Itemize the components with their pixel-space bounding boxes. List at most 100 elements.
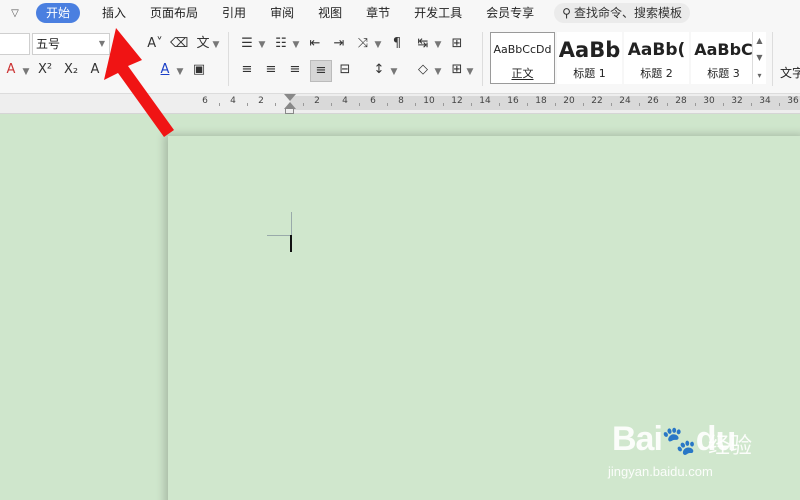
font-color-icon[interactable]: A: [156, 62, 174, 78]
ruler-tick: [471, 103, 472, 106]
subscript-icon[interactable]: X₂: [62, 62, 80, 78]
style-gallery-scroll[interactable]: ▲ ▼ ▾: [752, 32, 766, 84]
chevron-down-icon[interactable]: ▼: [106, 64, 114, 80]
distributed-align-icon[interactable]: ⊟: [336, 62, 354, 78]
horizontal-ruler[interactable]: 6 4 2 2 4 6 8 10 12 14 16 18 20 22 24 26 28 30 32 34 36: [0, 94, 800, 114]
ruler-tick: [639, 103, 640, 106]
chevron-down-icon[interactable]: ▼: [176, 64, 184, 80]
ruler-tick: [527, 103, 528, 106]
ruler-tick: [219, 103, 220, 106]
margin-corner-mark: [267, 235, 291, 236]
decrease-indent-icon[interactable]: ⇤: [306, 36, 324, 52]
increase-indent-icon[interactable]: ⇥: [330, 36, 348, 52]
ruler-tick: [611, 103, 612, 106]
margin-corner-mark: [291, 212, 292, 236]
tab-references[interactable]: 引用: [210, 3, 258, 23]
ruler-tick: [443, 103, 444, 106]
chevron-down-icon[interactable]: ▼: [390, 64, 398, 80]
style-name: 正文: [511, 67, 534, 80]
tab-view[interactable]: 视图: [306, 3, 354, 23]
font-size-select[interactable]: 五号 ▼: [32, 33, 110, 55]
ruler-tick: [387, 103, 388, 106]
watermark-url: jingyan.baidu.com: [608, 464, 713, 479]
tab-home[interactable]: 开始: [36, 3, 81, 23]
tab-chapter[interactable]: 章节: [354, 3, 402, 23]
ruler-label: 30: [703, 96, 715, 106]
chevron-down-icon[interactable]: ▼: [756, 53, 762, 62]
ruler-tick: [583, 103, 584, 106]
align-left-icon[interactable]: ≡: [238, 62, 256, 78]
text-effect-icon[interactable]: A: [2, 62, 20, 78]
first-line-indent-marker[interactable]: [284, 94, 296, 101]
superscript-icon[interactable]: X²: [36, 62, 54, 78]
ruler-label: 36: [787, 96, 799, 106]
phonetic-guide-icon[interactable]: 文: [194, 36, 212, 52]
ruler-label: 18: [535, 96, 547, 106]
chevron-down-icon[interactable]: ▼: [434, 37, 442, 53]
ruler-label: 10: [423, 96, 435, 106]
style-preview: AaBb: [558, 38, 621, 62]
tab-page-layout[interactable]: 页面布局: [138, 3, 210, 23]
chevron-up-icon[interactable]: ▲: [756, 36, 762, 45]
bullet-list-icon[interactable]: ☰: [238, 36, 256, 52]
chevron-down-icon[interactable]: ▼: [258, 37, 266, 53]
style-normal[interactable]: AaBbCcDd 正文: [490, 32, 555, 84]
baidu-jingyan-watermark: Bai🐾du 经验 jingyan.baidu.com: [608, 412, 788, 490]
ruler-label: 28: [675, 96, 687, 106]
left-indent-marker[interactable]: [285, 108, 294, 114]
style-name: 标题 1: [573, 67, 606, 80]
ruler-label: 12: [451, 96, 463, 106]
chinese-layout-icon[interactable]: ⤨: [354, 36, 372, 52]
tab-review[interactable]: 审阅: [258, 3, 306, 23]
justify-icon[interactable]: ≡: [310, 60, 332, 82]
divider: [772, 32, 773, 86]
text-tools-label[interactable]: 文字: [780, 64, 800, 81]
show-marks-icon[interactable]: ¶: [388, 36, 406, 52]
style-preview: AaBb(: [627, 40, 686, 60]
tab-member[interactable]: 会员专享: [474, 3, 546, 23]
clear-format-icon[interactable]: ⌫: [170, 36, 188, 52]
text-cursor: [290, 235, 292, 252]
chevron-down-icon[interactable]: ▼: [212, 37, 220, 53]
align-center-icon[interactable]: ≡: [262, 62, 280, 78]
chevron-down-icon[interactable]: ▼: [466, 64, 474, 80]
quick-access-dropdown-icon[interactable]: ▽: [0, 8, 30, 19]
sort-icon[interactable]: ↹: [414, 36, 432, 52]
style-preview: AaBbCcDd: [493, 43, 552, 56]
chevron-down-icon[interactable]: ▼: [292, 37, 300, 53]
chevron-down-icon: ▼: [98, 39, 105, 48]
line-spacing-icon[interactable]: ↕: [370, 62, 388, 78]
font-family-select[interactable]: [0, 33, 30, 55]
ruler-label: 34: [759, 96, 771, 106]
shading-icon[interactable]: ◇: [414, 62, 432, 78]
ruler-label: 16: [507, 96, 519, 106]
style-heading-1[interactable]: AaBb 标题 1: [557, 32, 622, 84]
ruler-tick: [723, 103, 724, 106]
align-right-icon[interactable]: ≡: [286, 62, 304, 78]
numbered-list-icon[interactable]: ☷: [272, 36, 290, 52]
chevron-down-icon[interactable]: ▼: [374, 37, 382, 53]
ruler-label: 26: [647, 96, 659, 106]
ruler-label: 24: [619, 96, 631, 106]
decrease-font-icon[interactable]: A˅: [146, 36, 164, 52]
ruler-tick: [331, 103, 332, 106]
character-border-icon[interactable]: ▣: [190, 62, 208, 78]
divider: [482, 32, 483, 86]
borders-icon[interactable]: ⊞: [448, 62, 466, 78]
style-heading-3[interactable]: AaBbC 标题 3: [691, 32, 756, 84]
ruler-tick: [359, 103, 360, 106]
search-label: 查找命令、搜索模板: [573, 6, 682, 20]
text-outline-icon[interactable]: A: [86, 62, 104, 78]
expand-icon[interactable]: ▾: [757, 71, 761, 80]
ruler-label: 14: [479, 96, 491, 106]
style-heading-2[interactable]: AaBb( 标题 2: [624, 32, 689, 84]
chevron-down-icon[interactable]: ▼: [22, 64, 30, 80]
style-gallery: AaBbCcDd 正文 AaBb 标题 1 AaBb( 标题 2 AaBbC 标…: [490, 32, 766, 84]
ruler-label: 32: [731, 96, 743, 106]
table-grid-icon[interactable]: ⊞: [448, 36, 466, 52]
tab-developer[interactable]: 开发工具: [402, 3, 474, 23]
ruler-tick: [275, 103, 276, 106]
command-search[interactable]: ⚲ 查找命令、搜索模板: [554, 3, 690, 23]
tab-insert[interactable]: 插入: [90, 3, 138, 23]
chevron-down-icon[interactable]: ▼: [434, 64, 442, 80]
